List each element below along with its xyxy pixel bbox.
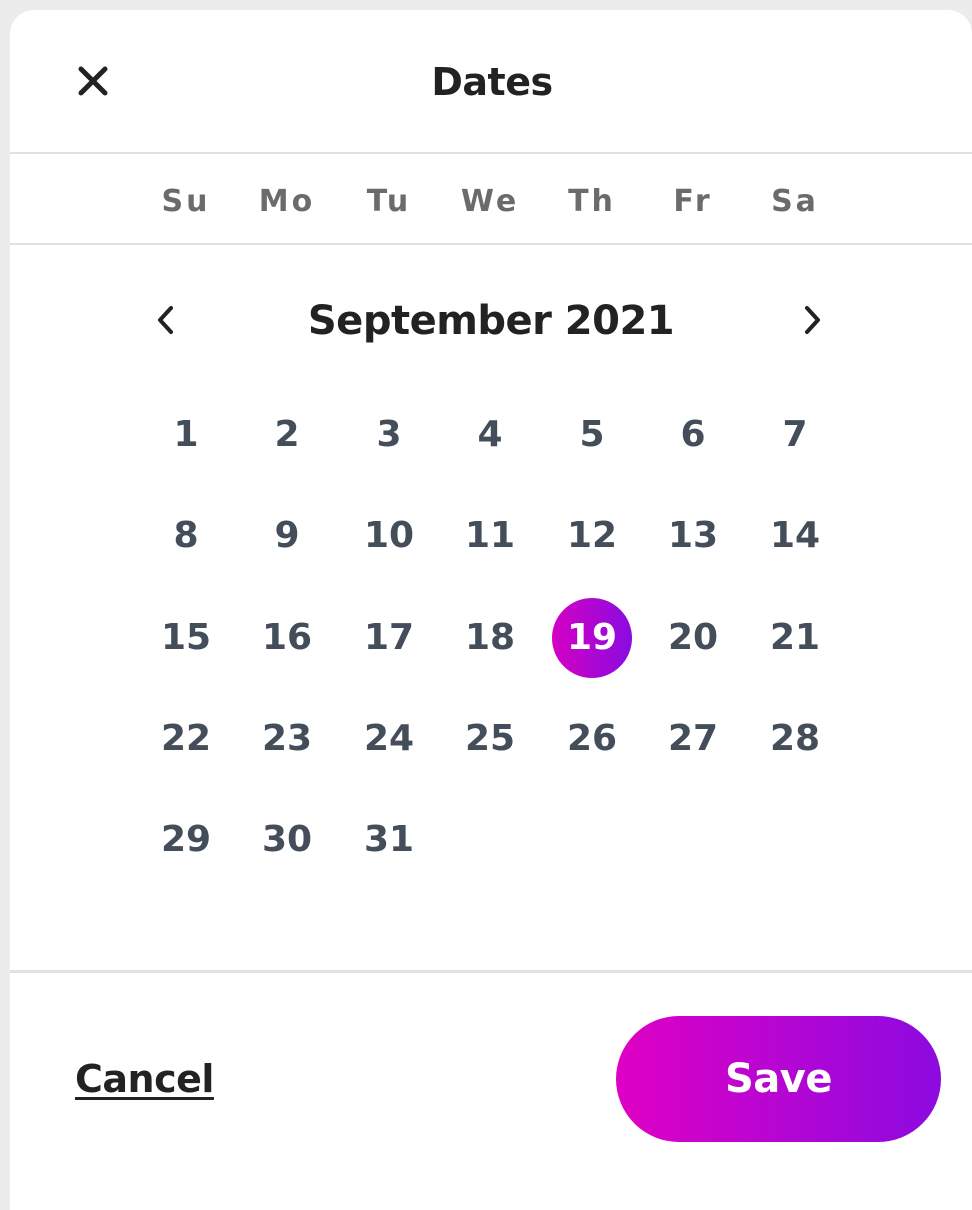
weekday-label: Sa <box>771 184 819 219</box>
calendar-day-selected[interactable]: 19 <box>552 597 632 678</box>
weekday-label: Mo <box>258 184 316 219</box>
calendar-day[interactable]: 17 <box>349 598 429 678</box>
modal-header: Dates <box>10 10 972 154</box>
calendar-day[interactable]: 13 <box>653 496 733 576</box>
weekday-header-row: Su Mo Tu We Th Fr Sa <box>10 154 972 245</box>
calendar-day[interactable]: 1 <box>146 395 226 475</box>
calendar-day[interactable]: 20 <box>653 598 733 678</box>
dates-modal: Dates Su Mo Tu We Th Fr Sa September 202… <box>10 10 972 1210</box>
calendar-day[interactable]: 2 <box>247 395 327 475</box>
cancel-button[interactable]: Cancel <box>75 1057 214 1101</box>
modal-title: Dates <box>431 60 553 104</box>
calendar-day[interactable]: 11 <box>450 496 530 576</box>
calendar-day[interactable]: 24 <box>349 699 429 779</box>
save-button[interactable]: Save <box>616 1016 941 1142</box>
chevron-right-icon <box>805 306 820 334</box>
calendar-day[interactable]: 21 <box>755 598 835 678</box>
calendar-day[interactable]: 25 <box>450 699 530 779</box>
calendar-day[interactable]: 27 <box>653 699 733 779</box>
calendar-day[interactable]: 23 <box>247 699 327 779</box>
calendar-day[interactable]: 22 <box>146 699 226 779</box>
weekday-label: Tu <box>366 184 412 219</box>
calendar-day[interactable]: 26 <box>552 699 632 779</box>
calendar-day[interactable]: 14 <box>755 496 835 576</box>
calendar-day[interactable]: 16 <box>247 598 327 678</box>
next-month-button[interactable] <box>792 298 832 342</box>
month-navigation: September 2021 <box>10 290 972 350</box>
calendar-day[interactable]: 12 <box>552 496 632 576</box>
weekday-label: We <box>460 184 520 219</box>
calendar-day[interactable]: 3 <box>349 395 429 475</box>
weekday-label: Th <box>568 184 616 219</box>
modal-footer: Cancel Save <box>10 970 972 1210</box>
calendar-day[interactable]: 10 <box>349 496 429 576</box>
calendar-day[interactable]: 15 <box>146 598 226 678</box>
calendar-day[interactable]: 5 <box>552 395 632 475</box>
calendar-day[interactable]: 31 <box>349 800 429 880</box>
calendar-day[interactable]: 8 <box>146 496 226 576</box>
weekday-label: Su <box>161 184 211 219</box>
calendar-day[interactable]: 18 <box>450 598 530 678</box>
weekday-label: Fr <box>673 184 713 219</box>
calendar-day[interactable]: 28 <box>755 699 835 779</box>
calendar-day[interactable]: 9 <box>247 496 327 576</box>
calendar-day[interactable]: 6 <box>653 395 733 475</box>
calendar-day[interactable]: 29 <box>146 800 226 880</box>
calendar-day[interactable]: 4 <box>450 395 530 475</box>
calendar-day[interactable]: 30 <box>247 800 327 880</box>
calendar-day[interactable]: 7 <box>755 395 835 475</box>
